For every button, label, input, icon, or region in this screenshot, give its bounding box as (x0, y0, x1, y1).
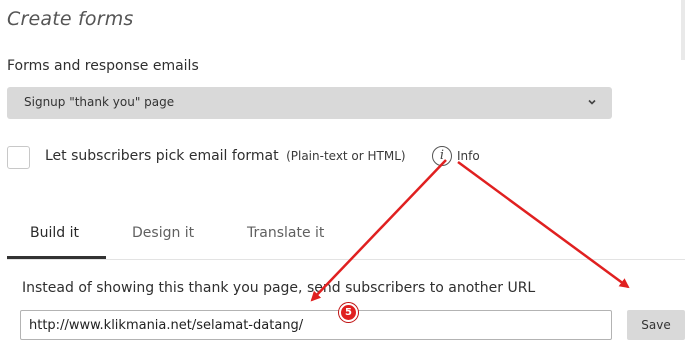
redirect-url-label: Instead of showing this thank you page, … (22, 280, 536, 296)
form-tabs: Build it Design it Translate it (7, 218, 685, 260)
forms-section-label: Forms and response emails (7, 58, 199, 74)
email-format-label-text: Let subscribers pick email format (45, 148, 279, 164)
chevron-down-icon (588, 99, 596, 105)
info-link[interactable]: Info (457, 149, 480, 163)
step-badge: 5 (339, 303, 358, 322)
tab-build-it[interactable]: Build it (30, 225, 79, 241)
email-format-label: Let subscribers pick email format (Plain… (45, 148, 406, 164)
save-button[interactable]: Save (627, 310, 685, 340)
active-tab-indicator (7, 256, 106, 259)
forms-select[interactable]: Signup "thank you" page (7, 87, 612, 119)
scrollbar-edge[interactable] (681, 0, 685, 60)
annotation-arrows (310, 159, 630, 302)
forms-select-value: Signup "thank you" page (24, 95, 175, 109)
email-format-checkbox[interactable] (7, 146, 30, 169)
page-title: Create forms (7, 8, 134, 30)
tab-translate-it[interactable]: Translate it (247, 225, 324, 241)
redirect-url-input[interactable] (20, 310, 612, 340)
email-format-sub-label: (Plain-text or HTML) (286, 149, 406, 163)
info-icon[interactable]: i (432, 146, 452, 166)
tab-design-it[interactable]: Design it (132, 225, 194, 241)
